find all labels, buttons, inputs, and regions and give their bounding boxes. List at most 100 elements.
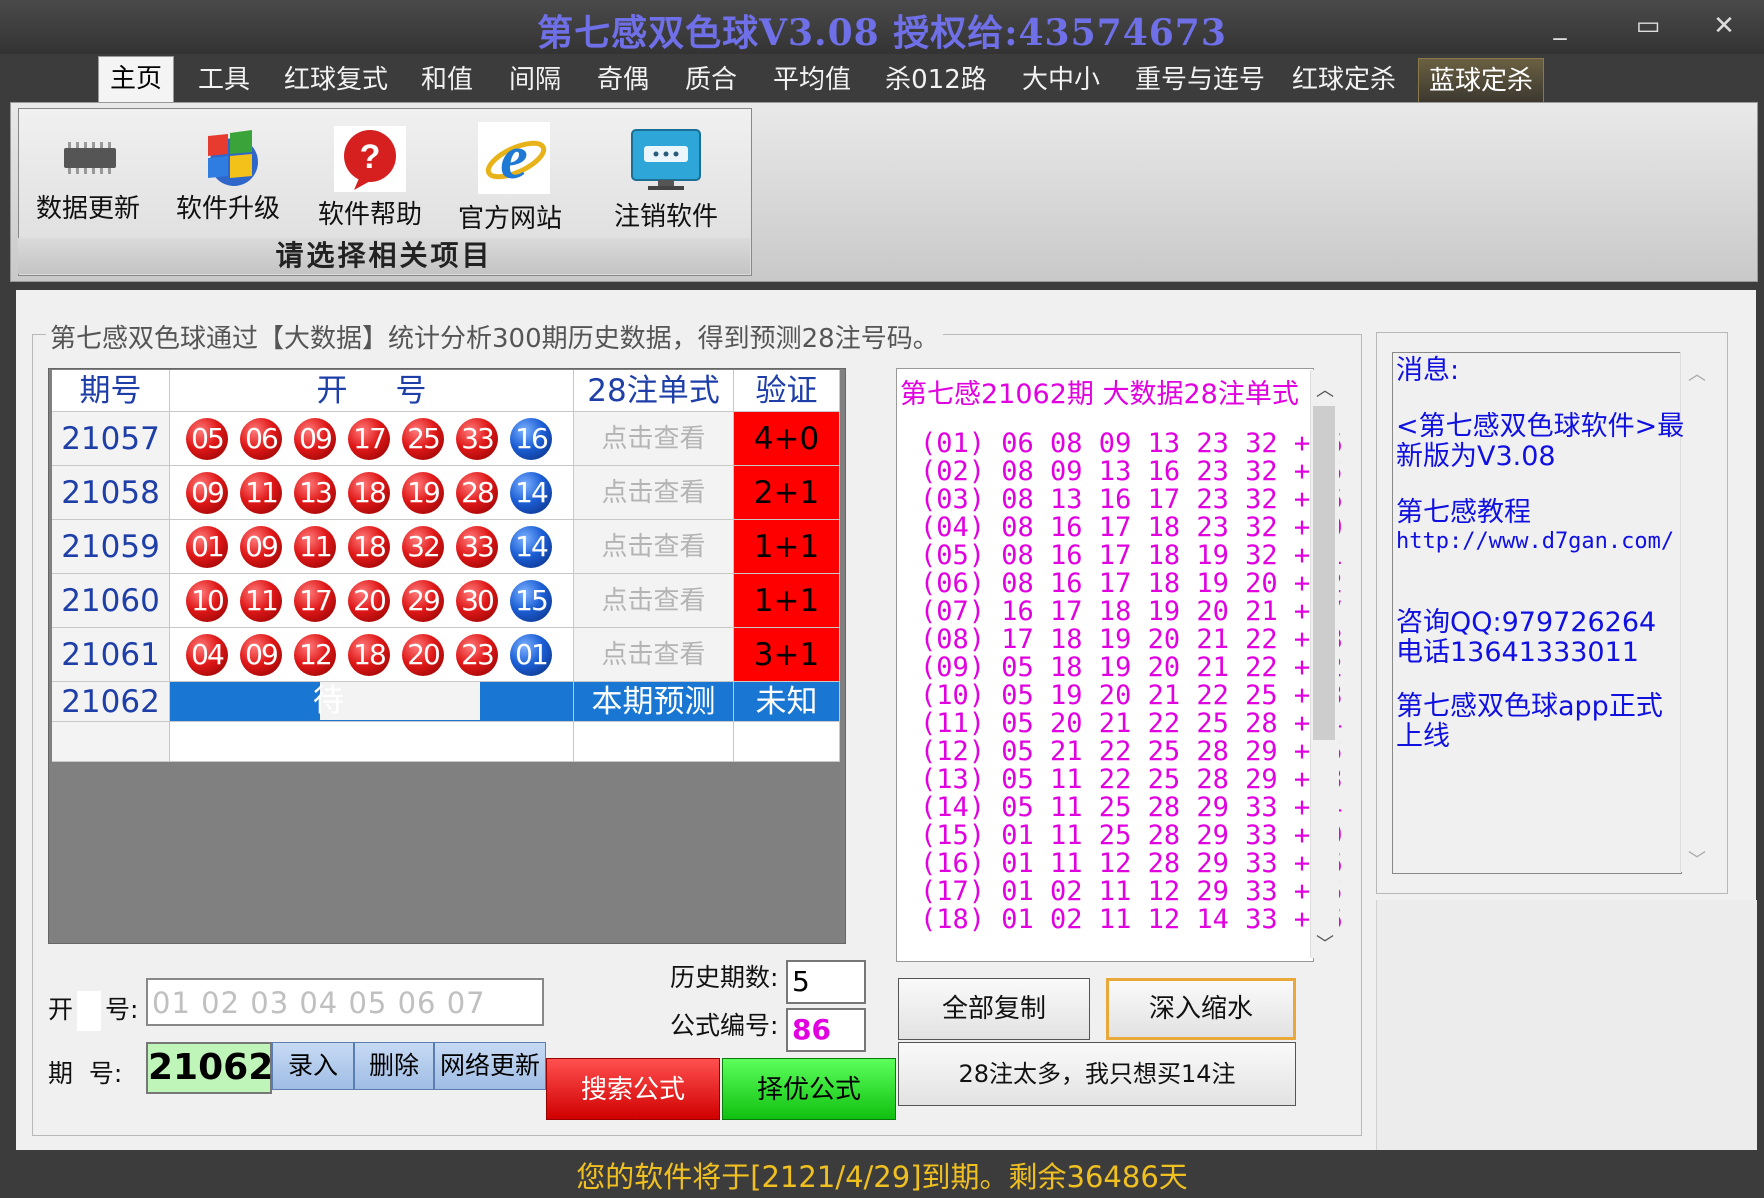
network-update-button[interactable]: 网络更新 <box>434 1042 546 1090</box>
tab-interval[interactable]: 间隔 <box>498 58 572 102</box>
empty-period-cell[interactable] <box>52 722 170 762</box>
grid-row-view-link[interactable]: 点击查看 <box>574 628 734 682</box>
grid-row-view-link[interactable]: 点击查看 <box>574 574 734 628</box>
red-ball: 18 <box>348 634 390 676</box>
tab-home[interactable]: 主页 <box>98 56 174 105</box>
grid-row-draw-numbers[interactable]: 05 06 09 17 25 33 16 <box>170 412 574 466</box>
tab-red-kill[interactable]: 红球定杀 <box>1288 58 1400 102</box>
grid-row-view-link[interactable]: 点击查看 <box>574 466 734 520</box>
prediction-scroll-thumb[interactable] <box>1313 406 1335 740</box>
grid-row-draw-numbers[interactable]: 01 09 11 18 32 33 14 <box>170 520 574 574</box>
grid-row-view-link[interactable]: 点击查看 <box>574 520 734 574</box>
red-ball: 04 <box>186 634 228 676</box>
grid-row-verify[interactable]: 4+0 <box>734 412 840 466</box>
red-ball: 01 <box>186 526 228 568</box>
message-latest-version: <第七感双色球软件>最新版为V3.08 <box>1396 411 1685 472</box>
grid-row-period[interactable]: 21058 <box>52 466 170 520</box>
delete-button[interactable]: 删除 <box>354 1042 434 1090</box>
help-icon: ? <box>334 126 406 192</box>
red-ball: 10 <box>186 580 228 622</box>
red-ball: 09 <box>240 634 282 676</box>
scroll-up-arrow-icon[interactable]: ︿ <box>1316 376 1334 402</box>
red-ball: 13 <box>294 472 336 514</box>
grid-header-period[interactable]: 期号 <box>52 370 170 412</box>
pending-view-cell[interactable]: 本期预测 <box>574 682 734 722</box>
software-help-button[interactable]: ? 软件帮助 <box>300 120 440 240</box>
grid-row-draw-numbers[interactable]: 10 11 17 20 29 30 15 <box>170 574 574 628</box>
tab-sum[interactable]: 和值 <box>410 58 484 102</box>
svg-text:e: e <box>500 124 528 192</box>
deregister-software-button[interactable]: 注销软件 <box>596 120 736 240</box>
empty-verify-cell[interactable] <box>734 722 840 762</box>
history-periods-input[interactable]: 5 <box>786 960 866 1004</box>
tab-blue-kill[interactable]: 蓝球定杀 <box>1418 58 1544 103</box>
pending-draw-cell[interactable]: 待 <box>170 682 574 722</box>
prediction-line: (08) 17 18 19 20 21 22 +08 <box>920 624 1343 655</box>
tab-kill-012[interactable]: 杀012路 <box>876 58 996 102</box>
red-ball: 33 <box>456 526 498 568</box>
grid-header-28-single[interactable]: 28注单式 <box>574 370 734 412</box>
grid-row-draw-numbers[interactable]: 09 11 13 18 19 28 14 <box>170 466 574 520</box>
red-ball: 11 <box>240 472 282 514</box>
buy-14-button[interactable]: 28注太多，我只想买14注 <box>898 1042 1296 1106</box>
period-input[interactable]: 21062 <box>146 1042 273 1094</box>
empty-draw-cell[interactable] <box>170 722 574 762</box>
numbers-label: 开 号: <box>48 990 138 1031</box>
prediction-line: (06) 08 16 17 18 19 20 +12 <box>920 568 1343 599</box>
official-site-button[interactable]: e 官方网站 <box>440 120 580 240</box>
red-ball: 32 <box>402 526 444 568</box>
tab-prime-composite[interactable]: 质合 <box>674 58 748 102</box>
ribbon-group-caption: 请选择相关项目 <box>18 238 750 274</box>
grid-row-period[interactable]: 21057 <box>52 412 170 466</box>
red-ball: 05 <box>186 418 228 460</box>
close-button[interactable]: ✕ <box>1704 8 1744 44</box>
red-ball: 06 <box>240 418 282 460</box>
tab-size[interactable]: 大中小 <box>1012 58 1110 102</box>
prediction-line: (18) 01 02 11 12 14 33 +16 <box>920 904 1343 935</box>
grid-row-draw-numbers[interactable]: 04 09 12 18 20 23 01 <box>170 628 574 682</box>
login-monitor-icon <box>631 129 701 190</box>
prediction-line: (07) 16 17 18 19 20 21 +07 <box>920 596 1343 627</box>
scroll-down-arrow-icon[interactable]: ﹀ <box>1316 930 1334 956</box>
grid-row-period[interactable]: 21059 <box>52 520 170 574</box>
grid-row-verify[interactable]: 1+1 <box>734 520 840 574</box>
data-update-button[interactable]: 数据更新 <box>18 120 158 240</box>
search-formula-button[interactable]: 搜索公式 <box>546 1058 720 1120</box>
prediction-line: (15) 01 11 25 28 29 33 +09 <box>920 820 1343 851</box>
grid-row-period[interactable]: 21061 <box>52 628 170 682</box>
prediction-line: (09) 05 18 19 20 21 22 +02 <box>920 652 1343 683</box>
grid-row-verify[interactable]: 1+1 <box>734 574 840 628</box>
select-formula-button[interactable]: 择优公式 <box>722 1058 896 1120</box>
internet-explorer-icon: e <box>478 122 550 194</box>
grid-header-draw-numbers[interactable]: 开号 <box>170 370 574 412</box>
tab-repeat-consecutive[interactable]: 重号与连号 <box>1126 58 1274 102</box>
formula-number-input[interactable]: 86 <box>786 1008 866 1052</box>
deep-filter-button[interactable]: 深入缩水 <box>1106 978 1296 1040</box>
message-scroll-up-icon[interactable]: ︿ <box>1688 360 1706 386</box>
grid-row-verify[interactable]: 3+1 <box>734 628 840 682</box>
empty-view-cell[interactable] <box>574 722 734 762</box>
red-ball: 23 <box>456 634 498 676</box>
grid-row-period[interactable]: 21060 <box>52 574 170 628</box>
restore-button[interactable]: ▭ <box>1628 8 1668 44</box>
pending-verify-cell[interactable]: 未知 <box>734 682 840 722</box>
minimize-button[interactable]: _ <box>1540 8 1580 44</box>
copy-all-button[interactable]: 全部复制 <box>898 978 1090 1040</box>
red-ball: 20 <box>402 634 444 676</box>
tab-red-compound[interactable]: 红球复式 <box>278 58 394 102</box>
message-scroll-down-icon[interactable]: ﹀ <box>1688 846 1706 872</box>
tab-average[interactable]: 平均值 <box>762 58 862 102</box>
grid-header-verify[interactable]: 验证 <box>734 370 840 412</box>
red-ball: 11 <box>240 580 282 622</box>
red-ball: 17 <box>348 418 390 460</box>
tab-tools[interactable]: 工具 <box>186 58 262 102</box>
prediction-line: (16) 01 11 12 28 29 33 +06 <box>920 848 1343 879</box>
draw-numbers-input[interactable]: 01 02 03 04 05 06 07 <box>146 978 544 1026</box>
message-url-link[interactable]: http://www.d7gan.com/ <box>1396 528 1686 556</box>
enter-button[interactable]: 录入 <box>272 1042 354 1090</box>
grid-row-view-link[interactable]: 点击查看 <box>574 412 734 466</box>
software-upgrade-button[interactable]: 软件升级 <box>158 120 298 240</box>
tab-odd-even[interactable]: 奇偶 <box>586 58 660 102</box>
pending-period-cell[interactable]: 21062 <box>52 682 170 722</box>
grid-row-verify[interactable]: 2+1 <box>734 466 840 520</box>
